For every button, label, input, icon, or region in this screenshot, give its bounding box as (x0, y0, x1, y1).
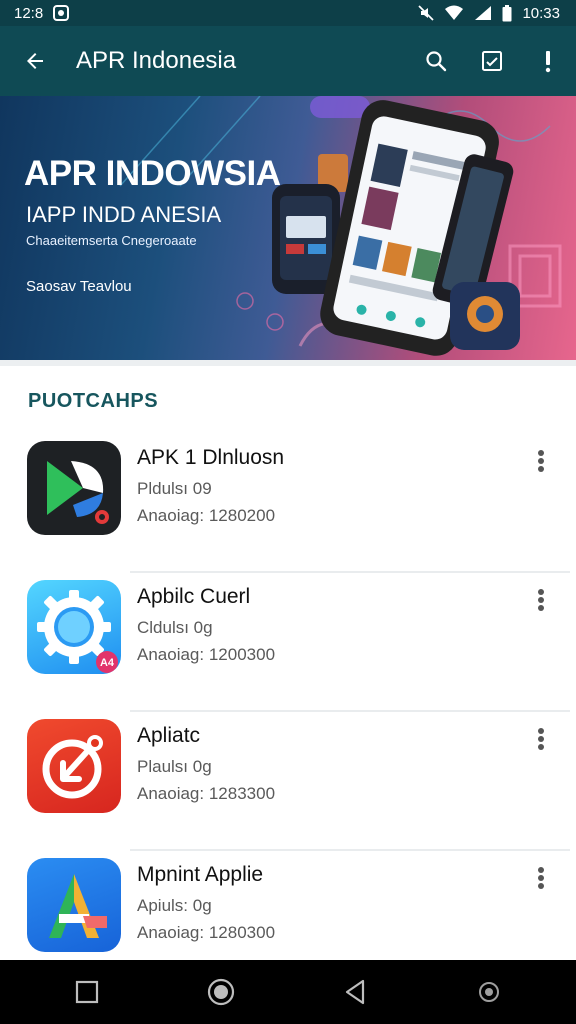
more-vert-icon (538, 867, 544, 889)
app-name: APK 1 Dlnluosn (137, 446, 285, 469)
search-icon (426, 51, 447, 72)
play-app-icon (27, 441, 121, 535)
overflow-menu-button[interactable] (520, 26, 576, 96)
overflow-icon (545, 51, 551, 73)
app-name: Apbilc Cuerl (137, 585, 251, 608)
more-options-button[interactable] (526, 724, 556, 754)
more-vert-icon (538, 589, 544, 611)
more-options-button[interactable] (526, 446, 556, 476)
status-bar: 12:8 10:33 (0, 0, 576, 26)
status-time-right: 10:33 (522, 4, 560, 22)
app-name: Mpnint Applie (137, 863, 264, 886)
more-vert-icon (538, 450, 544, 472)
section-title: PUOTCAHPS (28, 390, 159, 412)
assistant-icon (479, 982, 499, 1002)
app-meta: Plaulsı 0g (137, 757, 212, 776)
status-left: 12:8 (14, 4, 70, 22)
more-options-button[interactable] (526, 863, 556, 893)
app-meta: Cldulsı 0g (137, 618, 213, 637)
battery-icon (502, 4, 512, 22)
assistant-button[interactable] (459, 962, 519, 1022)
app-name: Apliatc (137, 724, 201, 747)
more-vert-icon (538, 728, 544, 750)
app-downloads: Anaoiag: 1280200 (137, 506, 276, 525)
page-title: APR Indonesia (76, 47, 237, 74)
system-nav-bar (0, 960, 576, 1024)
list-item[interactable]: A4 Apbilc Cuerl Cldulsı 0g Anaoiag: 1200… (0, 573, 576, 712)
hero-title: APR INDOWSIA (24, 154, 281, 193)
hero-tagline: Chaaeitemserta Cnegeroaate (26, 233, 197, 248)
app-meta: Apiuls: 0g (137, 896, 212, 915)
app-list: APK 1 Dlnluosn Pldulsı 09 Anaoiag: 12802… (0, 434, 576, 990)
hero-subtitle: IAPP INDD ANESIA (26, 202, 222, 227)
status-time-left: 12:8 (14, 4, 44, 22)
mute-icon (418, 5, 435, 21)
app-meta: Pldulsı 09 (137, 479, 212, 498)
app-badge: A4 (100, 657, 115, 669)
recents-square-icon (75, 980, 99, 1004)
hero-banner[interactable]: APR INDOWSIA IAPP INDD ANESIA Chaaeitems… (0, 96, 576, 360)
app-bar: APR Indonesia (0, 26, 576, 96)
home-button[interactable] (191, 962, 251, 1022)
back-arrow-icon (27, 53, 43, 69)
target-app-icon (27, 719, 121, 813)
app-downloads: Anaoiag: 1283300 (137, 784, 276, 803)
signal-icon (474, 5, 492, 21)
status-right: 10:33 (418, 4, 560, 22)
back-nav-button[interactable] (325, 962, 385, 1022)
notification-icon (53, 5, 70, 21)
list-item[interactable]: APK 1 Dlnluosn Pldulsı 09 Anaoiag: 12802… (0, 434, 576, 573)
app-downloads: Anaoiag: 1200300 (137, 645, 276, 664)
back-triangle-icon (345, 979, 365, 1005)
search-button[interactable] (408, 26, 464, 96)
checkbox-icon (482, 51, 502, 71)
select-button[interactable] (464, 26, 520, 96)
list-item[interactable]: Apliatc Plaulsı 0g Anaoiag: 1283300 (0, 712, 576, 851)
gear-app-icon: A4 (27, 580, 121, 674)
hero-note: Saosav Teavlou (26, 278, 132, 295)
wifi-icon (444, 5, 464, 21)
a-letter-app-icon (27, 858, 121, 952)
app-list-section: PUOTCAHPS APK 1 Dlnluosn Pldulsı 09 Anao… (0, 360, 576, 960)
home-circle-icon (207, 978, 235, 1006)
hero-illustration (119, 96, 562, 356)
app-downloads: Anaoiag: 1280300 (137, 923, 276, 942)
more-options-button[interactable] (526, 585, 556, 615)
recents-button[interactable] (57, 962, 117, 1022)
back-button[interactable] (0, 26, 70, 96)
